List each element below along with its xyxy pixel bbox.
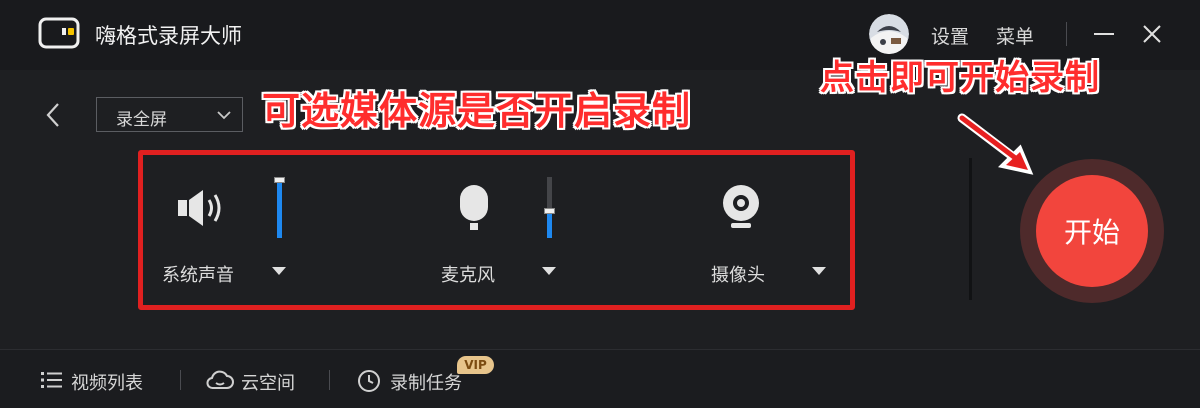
bottom-divider [329, 370, 330, 390]
microphone-volume-slider[interactable] [544, 177, 555, 238]
chevron-down-icon [217, 111, 231, 120]
system-audio-volume-slider[interactable] [274, 177, 285, 238]
annotation-arrow-icon [957, 113, 1034, 175]
microphone-volume-thumb[interactable] [544, 208, 555, 214]
controls-divider [969, 158, 972, 300]
minimize-icon[interactable] [1088, 18, 1120, 50]
start-record-button[interactable]: 开始 [1036, 175, 1148, 287]
record-mode-value: 录全屏 [116, 110, 167, 130]
clock-icon[interactable] [357, 369, 381, 393]
system-audio-volume-fill [277, 180, 282, 238]
system-audio-volume-thumb[interactable] [274, 177, 285, 183]
system-audio-dropdown-icon[interactable] [271, 266, 287, 276]
settings-link[interactable]: 设置 [931, 22, 969, 49]
cloud-space-link[interactable]: 云空间 [241, 369, 295, 395]
avatar[interactable] [869, 14, 909, 54]
camera-label: 摄像头 [711, 265, 765, 286]
bottom-nav-bar: 视频列表 云空间 录制任务 [0, 349, 1200, 408]
system-audio-label: 系统声音 [162, 265, 234, 286]
microphone-label: 麦克风 [441, 265, 495, 286]
annotation-sources: 可选媒体源是否开启录制 [262, 89, 692, 133]
cloud-icon[interactable] [206, 370, 234, 390]
microphone-volume-fill [547, 211, 552, 238]
speaker-icon[interactable] [176, 186, 230, 230]
camera-icon[interactable] [720, 183, 762, 231]
vip-badge: VIP [457, 356, 494, 374]
title-divider [1066, 22, 1067, 46]
app-title: 嗨格式录屏大师 [95, 24, 242, 48]
video-list-link[interactable]: 视频列表 [71, 369, 143, 395]
camera-logo-icon [38, 17, 80, 49]
bottom-divider [180, 370, 181, 390]
menu-link[interactable]: 菜单 [996, 22, 1034, 49]
back-arrow-icon[interactable] [42, 100, 66, 130]
annotation-start: 点击即可开始录制 [820, 58, 1100, 98]
microphone-icon[interactable] [458, 183, 490, 233]
list-icon[interactable] [41, 371, 63, 389]
camera-dropdown-icon[interactable] [811, 266, 827, 276]
close-icon[interactable] [1136, 18, 1168, 50]
record-tasks-link[interactable]: 录制任务 [390, 369, 462, 395]
record-mode-select[interactable]: 录全屏 [96, 97, 243, 132]
microphone-dropdown-icon[interactable] [541, 266, 557, 276]
